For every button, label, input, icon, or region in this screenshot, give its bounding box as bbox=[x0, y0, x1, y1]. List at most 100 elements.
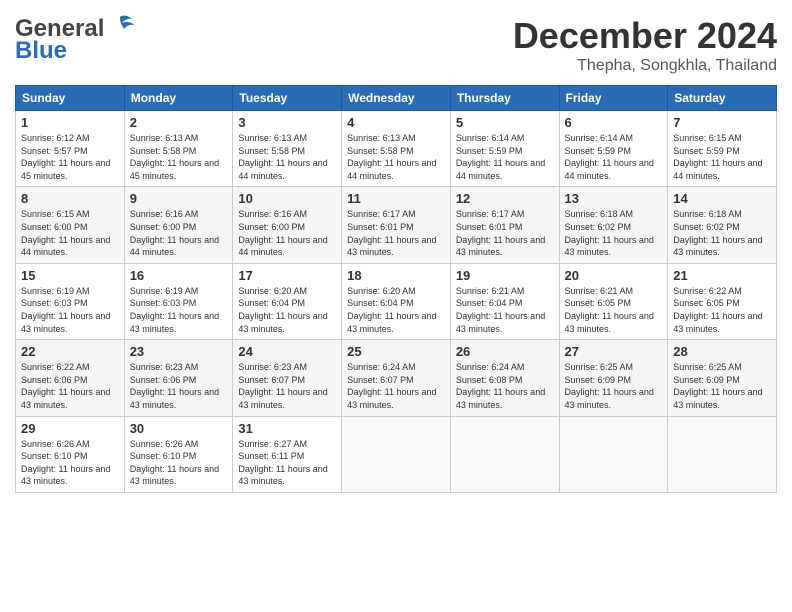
table-row: 12 Sunrise: 6:17 AM Sunset: 6:01 PM Dayl… bbox=[450, 187, 559, 263]
col-friday: Friday bbox=[559, 86, 668, 111]
day-number: 10 bbox=[238, 191, 336, 206]
day-number: 26 bbox=[456, 344, 554, 359]
col-saturday: Saturday bbox=[668, 86, 777, 111]
page-header: General Blue December 2024 Thepha, Songk… bbox=[15, 15, 777, 75]
day-info: Sunrise: 6:13 AM Sunset: 5:58 PM Dayligh… bbox=[130, 132, 228, 182]
table-row: 11 Sunrise: 6:17 AM Sunset: 6:01 PM Dayl… bbox=[342, 187, 451, 263]
day-number: 15 bbox=[21, 268, 119, 283]
table-row: 31 Sunrise: 6:27 AM Sunset: 6:11 PM Dayl… bbox=[233, 416, 342, 492]
location-title: Thepha, Songkhla, Thailand bbox=[513, 57, 777, 75]
day-info: Sunrise: 6:22 AM Sunset: 6:06 PM Dayligh… bbox=[21, 361, 119, 411]
day-number: 13 bbox=[565, 191, 663, 206]
table-row: 25 Sunrise: 6:24 AM Sunset: 6:07 PM Dayl… bbox=[342, 340, 451, 416]
day-number: 8 bbox=[21, 191, 119, 206]
day-number: 23 bbox=[130, 344, 228, 359]
table-row: 23 Sunrise: 6:23 AM Sunset: 6:06 PM Dayl… bbox=[124, 340, 233, 416]
bird-icon bbox=[106, 15, 134, 37]
day-info: Sunrise: 6:15 AM Sunset: 5:59 PM Dayligh… bbox=[673, 132, 771, 182]
day-info: Sunrise: 6:13 AM Sunset: 5:58 PM Dayligh… bbox=[347, 132, 445, 182]
table-row: 5 Sunrise: 6:14 AM Sunset: 5:59 PM Dayli… bbox=[450, 111, 559, 187]
table-row: 6 Sunrise: 6:14 AM Sunset: 5:59 PM Dayli… bbox=[559, 111, 668, 187]
table-row: 7 Sunrise: 6:15 AM Sunset: 5:59 PM Dayli… bbox=[668, 111, 777, 187]
table-row bbox=[559, 416, 668, 492]
day-number: 20 bbox=[565, 268, 663, 283]
title-block: December 2024 Thepha, Songkhla, Thailand bbox=[513, 15, 777, 75]
table-row: 10 Sunrise: 6:16 AM Sunset: 6:00 PM Dayl… bbox=[233, 187, 342, 263]
logo-blue: Blue bbox=[15, 37, 67, 65]
day-info: Sunrise: 6:18 AM Sunset: 6:02 PM Dayligh… bbox=[673, 208, 771, 258]
day-number: 4 bbox=[347, 115, 445, 130]
day-info: Sunrise: 6:25 AM Sunset: 6:09 PM Dayligh… bbox=[565, 361, 663, 411]
day-number: 25 bbox=[347, 344, 445, 359]
day-number: 14 bbox=[673, 191, 771, 206]
day-number: 21 bbox=[673, 268, 771, 283]
day-info: Sunrise: 6:19 AM Sunset: 6:03 PM Dayligh… bbox=[21, 285, 119, 335]
logo: General Blue bbox=[15, 15, 134, 65]
day-number: 9 bbox=[130, 191, 228, 206]
day-info: Sunrise: 6:21 AM Sunset: 6:04 PM Dayligh… bbox=[456, 285, 554, 335]
table-row: 13 Sunrise: 6:18 AM Sunset: 6:02 PM Dayl… bbox=[559, 187, 668, 263]
table-row bbox=[668, 416, 777, 492]
day-info: Sunrise: 6:21 AM Sunset: 6:05 PM Dayligh… bbox=[565, 285, 663, 335]
day-number: 1 bbox=[21, 115, 119, 130]
table-row: 8 Sunrise: 6:15 AM Sunset: 6:00 PM Dayli… bbox=[16, 187, 125, 263]
day-number: 24 bbox=[238, 344, 336, 359]
table-row: 16 Sunrise: 6:19 AM Sunset: 6:03 PM Dayl… bbox=[124, 263, 233, 339]
calendar-table: Sunday Monday Tuesday Wednesday Thursday… bbox=[15, 85, 777, 493]
day-info: Sunrise: 6:25 AM Sunset: 6:09 PM Dayligh… bbox=[673, 361, 771, 411]
table-row: 22 Sunrise: 6:22 AM Sunset: 6:06 PM Dayl… bbox=[16, 340, 125, 416]
day-info: Sunrise: 6:24 AM Sunset: 6:08 PM Dayligh… bbox=[456, 361, 554, 411]
day-number: 30 bbox=[130, 421, 228, 436]
table-row: 3 Sunrise: 6:13 AM Sunset: 5:58 PM Dayli… bbox=[233, 111, 342, 187]
col-monday: Monday bbox=[124, 86, 233, 111]
calendar-week-row: 1 Sunrise: 6:12 AM Sunset: 5:57 PM Dayli… bbox=[16, 111, 777, 187]
table-row: 26 Sunrise: 6:24 AM Sunset: 6:08 PM Dayl… bbox=[450, 340, 559, 416]
table-row bbox=[450, 416, 559, 492]
day-number: 7 bbox=[673, 115, 771, 130]
table-row: 2 Sunrise: 6:13 AM Sunset: 5:58 PM Dayli… bbox=[124, 111, 233, 187]
day-info: Sunrise: 6:20 AM Sunset: 6:04 PM Dayligh… bbox=[238, 285, 336, 335]
table-row: 21 Sunrise: 6:22 AM Sunset: 6:05 PM Dayl… bbox=[668, 263, 777, 339]
col-thursday: Thursday bbox=[450, 86, 559, 111]
day-number: 31 bbox=[238, 421, 336, 436]
day-info: Sunrise: 6:24 AM Sunset: 6:07 PM Dayligh… bbox=[347, 361, 445, 411]
day-number: 5 bbox=[456, 115, 554, 130]
day-info: Sunrise: 6:22 AM Sunset: 6:05 PM Dayligh… bbox=[673, 285, 771, 335]
col-sunday: Sunday bbox=[16, 86, 125, 111]
table-row: 4 Sunrise: 6:13 AM Sunset: 5:58 PM Dayli… bbox=[342, 111, 451, 187]
day-info: Sunrise: 6:16 AM Sunset: 6:00 PM Dayligh… bbox=[130, 208, 228, 258]
calendar-week-row: 8 Sunrise: 6:15 AM Sunset: 6:00 PM Dayli… bbox=[16, 187, 777, 263]
day-info: Sunrise: 6:12 AM Sunset: 5:57 PM Dayligh… bbox=[21, 132, 119, 182]
calendar-week-row: 29 Sunrise: 6:26 AM Sunset: 6:10 PM Dayl… bbox=[16, 416, 777, 492]
table-row: 15 Sunrise: 6:19 AM Sunset: 6:03 PM Dayl… bbox=[16, 263, 125, 339]
day-info: Sunrise: 6:17 AM Sunset: 6:01 PM Dayligh… bbox=[347, 208, 445, 258]
day-number: 29 bbox=[21, 421, 119, 436]
day-number: 28 bbox=[673, 344, 771, 359]
table-row: 29 Sunrise: 6:26 AM Sunset: 6:10 PM Dayl… bbox=[16, 416, 125, 492]
day-info: Sunrise: 6:26 AM Sunset: 6:10 PM Dayligh… bbox=[130, 438, 228, 488]
day-info: Sunrise: 6:15 AM Sunset: 6:00 PM Dayligh… bbox=[21, 208, 119, 258]
day-info: Sunrise: 6:16 AM Sunset: 6:00 PM Dayligh… bbox=[238, 208, 336, 258]
day-info: Sunrise: 6:17 AM Sunset: 6:01 PM Dayligh… bbox=[456, 208, 554, 258]
day-info: Sunrise: 6:23 AM Sunset: 6:06 PM Dayligh… bbox=[130, 361, 228, 411]
day-number: 16 bbox=[130, 268, 228, 283]
table-row: 17 Sunrise: 6:20 AM Sunset: 6:04 PM Dayl… bbox=[233, 263, 342, 339]
day-number: 27 bbox=[565, 344, 663, 359]
day-number: 19 bbox=[456, 268, 554, 283]
day-number: 3 bbox=[238, 115, 336, 130]
calendar-week-row: 22 Sunrise: 6:22 AM Sunset: 6:06 PM Dayl… bbox=[16, 340, 777, 416]
day-number: 11 bbox=[347, 191, 445, 206]
month-title: December 2024 bbox=[513, 15, 777, 57]
day-number: 18 bbox=[347, 268, 445, 283]
day-info: Sunrise: 6:14 AM Sunset: 5:59 PM Dayligh… bbox=[456, 132, 554, 182]
table-row: 30 Sunrise: 6:26 AM Sunset: 6:10 PM Dayl… bbox=[124, 416, 233, 492]
day-number: 12 bbox=[456, 191, 554, 206]
day-number: 2 bbox=[130, 115, 228, 130]
col-wednesday: Wednesday bbox=[342, 86, 451, 111]
day-info: Sunrise: 6:26 AM Sunset: 6:10 PM Dayligh… bbox=[21, 438, 119, 488]
calendar-week-row: 15 Sunrise: 6:19 AM Sunset: 6:03 PM Dayl… bbox=[16, 263, 777, 339]
table-row: 24 Sunrise: 6:23 AM Sunset: 6:07 PM Dayl… bbox=[233, 340, 342, 416]
table-row: 18 Sunrise: 6:20 AM Sunset: 6:04 PM Dayl… bbox=[342, 263, 451, 339]
day-info: Sunrise: 6:20 AM Sunset: 6:04 PM Dayligh… bbox=[347, 285, 445, 335]
day-number: 6 bbox=[565, 115, 663, 130]
